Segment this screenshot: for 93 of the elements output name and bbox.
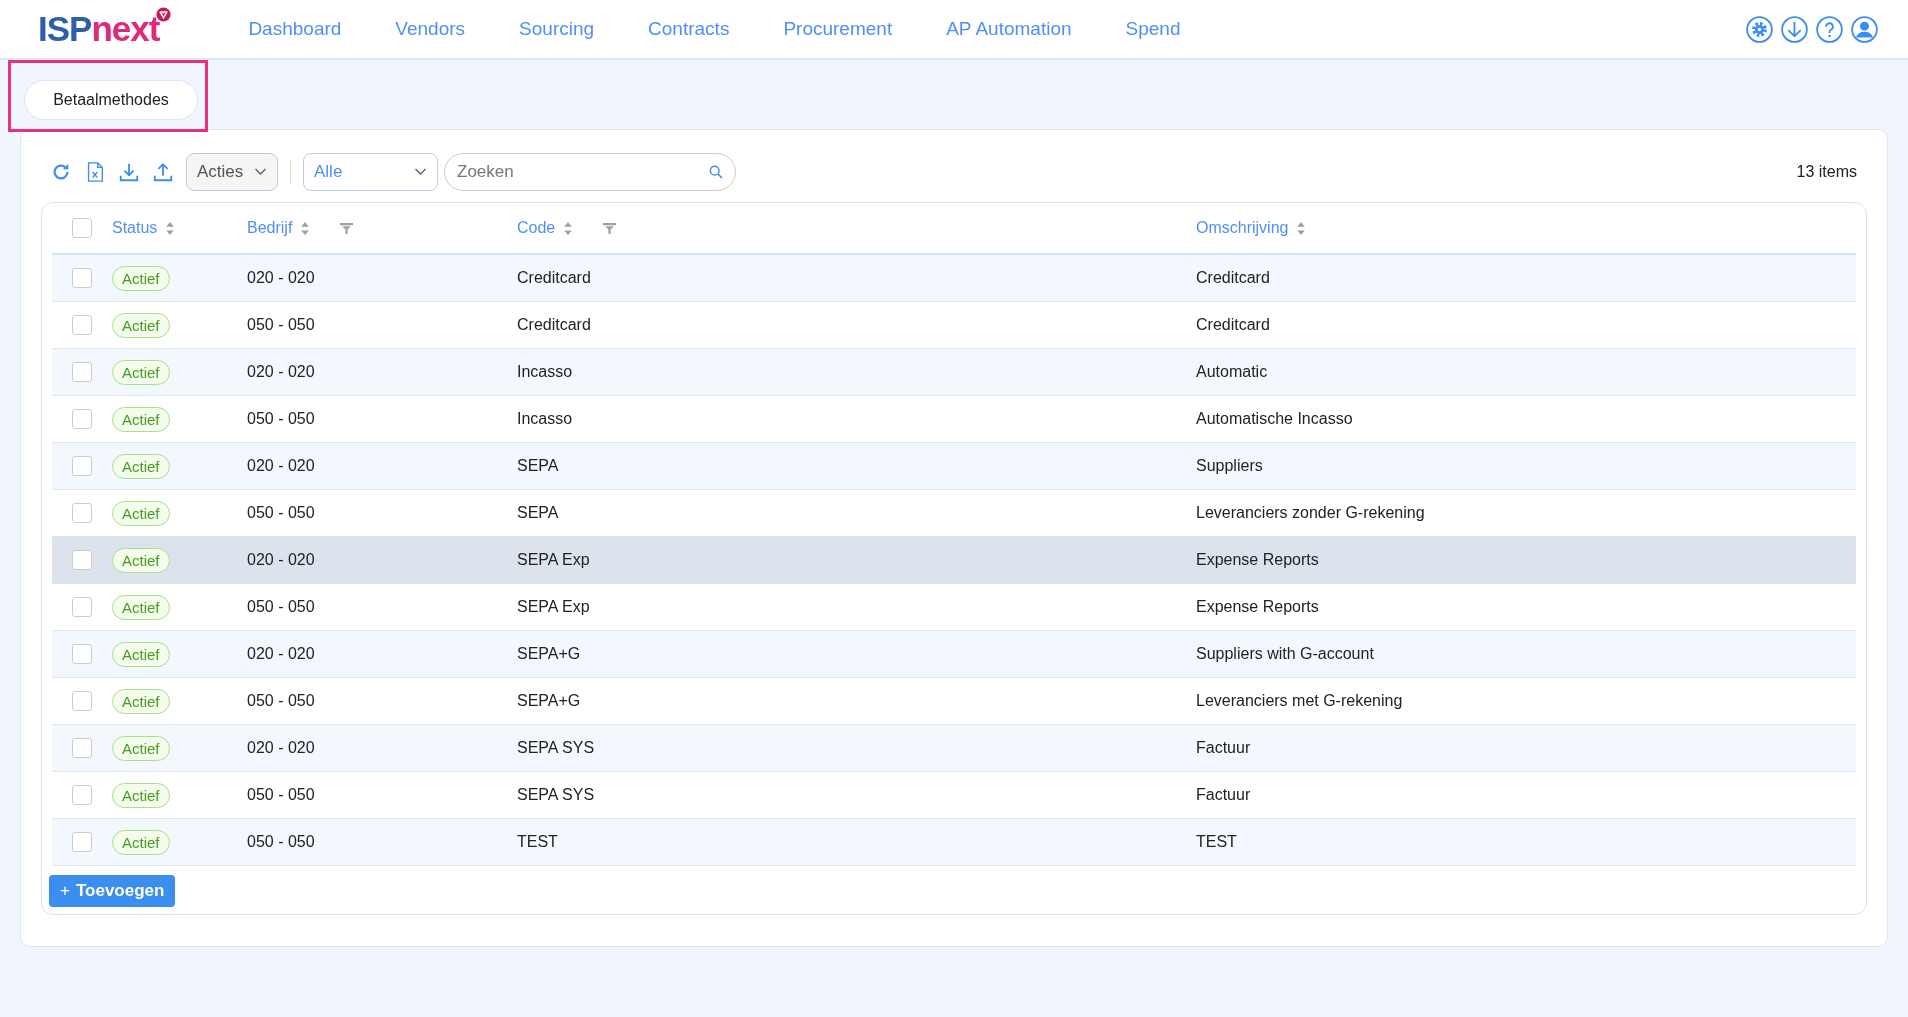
- table-cell: 050 - 050: [247, 786, 315, 804]
- table-row[interactable]: Actief 020 - 020 SEPA+G Suppliers with G-account: [52, 631, 1856, 678]
- table-cell: 020 - 020: [247, 457, 315, 475]
- row-checkbox[interactable]: [72, 738, 92, 758]
- sort-icon[interactable]: [165, 220, 176, 236]
- table-cell: Expense Reports: [1196, 598, 1319, 616]
- table-row[interactable]: Actief 050 - 050 TEST TEST: [52, 819, 1856, 866]
- sort-icon[interactable]: [300, 220, 311, 236]
- table-cell: SEPA Exp: [517, 551, 590, 569]
- status-badge: Actief: [112, 829, 170, 855]
- table-cell: Creditcard: [1196, 316, 1270, 334]
- table-cell: 020 - 020: [247, 363, 315, 381]
- row-checkbox[interactable]: [72, 550, 92, 570]
- upload-icon[interactable]: [152, 161, 174, 183]
- row-checkbox[interactable]: [72, 785, 92, 805]
- table-cell: TEST: [1196, 833, 1237, 851]
- status-badge: Actief: [112, 406, 170, 432]
- chevron-icon: [414, 168, 427, 176]
- table-row[interactable]: Actief 020 - 020 Creditcard Creditcard: [52, 255, 1856, 302]
- row-checkbox[interactable]: [72, 597, 92, 617]
- search-field[interactable]: Zoeken: [444, 153, 736, 191]
- table-cell: 050 - 050: [247, 410, 315, 428]
- row-checkbox[interactable]: [72, 268, 92, 288]
- table-cell: 050 - 050: [247, 504, 315, 522]
- sort-icon[interactable]: [563, 220, 574, 236]
- table-cell: 020 - 020: [247, 645, 315, 663]
- table-cell: 050 - 050: [247, 316, 315, 334]
- status-badge: Actief: [112, 782, 170, 808]
- row-checkbox[interactable]: [72, 503, 92, 523]
- table-cell: 020 - 020: [247, 739, 315, 757]
- table-cell: 050 - 050: [247, 598, 315, 616]
- item-count: 13 items: [1796, 163, 1857, 181]
- table-cell: SEPA+G: [517, 692, 581, 710]
- table-cell: SEPA: [517, 504, 559, 522]
- settings-icon[interactable]: [1746, 15, 1773, 43]
- filter-icon[interactable]: [603, 221, 617, 235]
- table-cell: 020 - 020: [247, 269, 315, 287]
- table-row[interactable]: Actief 020 - 020 SEPA Exp Expense Reports: [52, 537, 1856, 584]
- actions-dropdown[interactable]: Acties: [186, 153, 278, 191]
- table-cell: Suppliers with G-account: [1196, 645, 1374, 663]
- status-badge: Actief: [112, 641, 170, 667]
- status-badge: Actief: [112, 500, 170, 526]
- user-icon[interactable]: [1851, 15, 1878, 43]
- table-cell: Expense Reports: [1196, 551, 1319, 569]
- table-cell: SEPA SYS: [517, 739, 595, 757]
- table-cell: 050 - 050: [247, 833, 315, 851]
- row-checkbox[interactable]: [72, 315, 92, 335]
- search-icon: [708, 164, 724, 180]
- row-checkbox[interactable]: [72, 644, 92, 664]
- table-cell: Suppliers: [1196, 457, 1263, 475]
- table-cell: Incasso: [517, 410, 573, 428]
- row-checkbox[interactable]: [72, 691, 92, 711]
- table-row[interactable]: Actief 020 - 020 Incasso Automatic: [52, 349, 1856, 396]
- table-cell: Incasso: [517, 363, 573, 381]
- table-cell: Factuur: [1196, 739, 1251, 757]
- logo[interactable]: ISPnext: [38, 9, 172, 49]
- status-badge: Actief: [112, 312, 170, 338]
- status-badge: Actief: [112, 359, 170, 385]
- help-icon[interactable]: [1816, 15, 1843, 43]
- filter-icon[interactable]: [340, 221, 354, 235]
- download-icon[interactable]: [118, 161, 140, 183]
- status-badge: Actief: [112, 547, 170, 573]
- table-cell: 050 - 050: [247, 692, 315, 710]
- sort-icon[interactable]: [1296, 220, 1307, 236]
- table-cell: Factuur: [1196, 786, 1251, 804]
- row-checkbox[interactable]: [72, 409, 92, 429]
- table-cell: Automatic: [1196, 363, 1268, 381]
- row-checkbox[interactable]: [72, 362, 92, 382]
- table-cell: Creditcard: [517, 316, 591, 334]
- download-icon[interactable]: [1781, 15, 1808, 43]
- table-cell: SEPA Exp: [517, 598, 590, 616]
- table-row[interactable]: Actief 020 - 020 SEPA Suppliers: [52, 443, 1856, 490]
- table-cell: SEPA+G: [517, 645, 581, 663]
- status-badge: Actief: [112, 735, 170, 761]
- status-badge: Actief: [112, 453, 170, 479]
- select-all-checkbox[interactable]: [72, 218, 92, 238]
- table-cell: SEPA: [517, 457, 559, 475]
- row-checkbox[interactable]: [72, 456, 92, 476]
- chevron-icon: [254, 168, 267, 176]
- table-row[interactable]: Actief 020 - 020 SEPA SYS Factuur: [52, 725, 1856, 772]
- table-cell: SEPA SYS: [517, 786, 595, 804]
- status-badge: Actief: [112, 688, 170, 714]
- status-badge: Actief: [112, 265, 170, 291]
- table-cell: Automatische Incasso: [1196, 410, 1353, 428]
- row-checkbox[interactable]: [72, 832, 92, 852]
- table-cell: 020 - 020: [247, 551, 315, 569]
- table-cell: Leveranciers zonder G-rekening: [1196, 504, 1425, 522]
- status-badge: Actief: [112, 594, 170, 620]
- table-cell: Leveranciers met G-rekening: [1196, 692, 1403, 710]
- table-cell: Creditcard: [1196, 269, 1270, 287]
- table-cell: Creditcard: [517, 269, 591, 287]
- page-tab[interactable]: Betaalmethodes: [24, 80, 198, 120]
- table-cell: TEST: [517, 833, 558, 851]
